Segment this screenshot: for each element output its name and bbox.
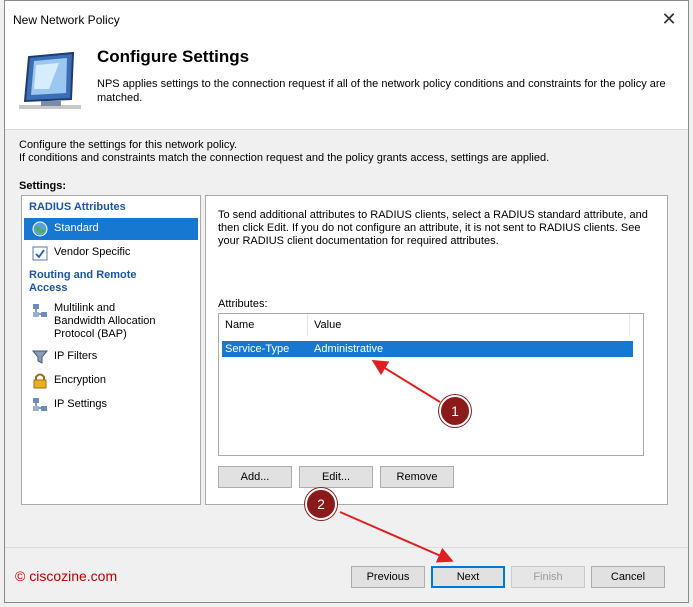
column-header-value[interactable]: Value	[308, 314, 630, 336]
settings-detail-panel: To send additional attributes to RADIUS …	[205, 195, 668, 505]
dialog-window: New Network Policy ✕ Configure Settings …	[4, 0, 689, 603]
next-button[interactable]: Next	[431, 566, 505, 588]
nav-item-label: Vendor Specific	[54, 246, 131, 258]
nav-item-ip-settings[interactable]: IP Settings	[24, 394, 198, 416]
nav-item-encryption[interactable]: Encryption	[24, 370, 198, 392]
window-title: New Network Policy	[13, 13, 120, 27]
close-icon[interactable]: ✕	[658, 8, 680, 30]
column-header-name[interactable]: Name	[219, 314, 308, 336]
group-radius-attributes: RADIUS Attributes	[29, 201, 126, 213]
filter-icon	[32, 350, 48, 364]
watermark: © ciscozine.com	[15, 568, 118, 584]
annotation-badge-2: 2	[305, 488, 337, 520]
page-description: NPS applies settings to the connection r…	[97, 78, 666, 104]
edit-button[interactable]: Edit...	[299, 466, 373, 488]
remove-button[interactable]: Remove	[380, 466, 454, 488]
cancel-button[interactable]: Cancel	[591, 566, 665, 588]
finish-button[interactable]: Finish	[511, 566, 585, 588]
table-row[interactable]: Service-Type Administrative	[222, 341, 633, 357]
lock-icon	[33, 373, 47, 389]
nav-item-ip-filters[interactable]: IP Filters	[24, 346, 198, 368]
network-icon	[33, 304, 47, 317]
add-button[interactable]: Add...	[218, 466, 292, 488]
nav-item-vendor-specific[interactable]: Vendor Specific	[24, 242, 198, 264]
intro-line-1: Configure the settings for this network …	[19, 139, 238, 151]
group-routing-remote-access: Routing and Remote Access	[29, 269, 137, 294]
previous-button[interactable]: Previous	[351, 566, 425, 588]
detail-description: To send additional attributes to RADIUS …	[218, 209, 648, 247]
intro-line-2: If conditions and constraints match the …	[19, 152, 550, 164]
monitor-icon	[19, 51, 81, 109]
attribute-name: Service-Type	[225, 343, 290, 355]
settings-label: Settings:	[19, 180, 67, 192]
nav-item-label: Multilink and Bandwidth Allocation Proto…	[54, 302, 156, 340]
attributes-label: Attributes:	[218, 298, 268, 310]
annotation-badge-1: 1	[439, 395, 471, 427]
nav-item-multilink-bap[interactable]: Multilink and Bandwidth Allocation Proto…	[24, 300, 198, 344]
settings-tree: RADIUS Attributes Standard Vendor Specif…	[21, 195, 201, 505]
checklist-icon	[32, 246, 48, 261]
globe-icon	[32, 221, 48, 237]
title-bar: New Network Policy ✕	[5, 1, 688, 37]
attribute-value: Administrative	[314, 343, 384, 355]
footer-separator	[5, 547, 688, 548]
nav-item-label: Encryption	[54, 374, 106, 386]
nav-item-label: IP Settings	[54, 398, 107, 410]
intro-text: Configure the settings for this network …	[19, 139, 549, 165]
wizard-header: Configure Settings NPS applies settings …	[5, 37, 688, 130]
nav-item-label: Standard	[54, 222, 99, 234]
nav-item-label: IP Filters	[54, 350, 98, 362]
nav-item-standard[interactable]: Standard	[24, 218, 198, 240]
attributes-list[interactable]: Name Value Service-Type Administrative	[218, 313, 644, 456]
page-title: Configure Settings	[97, 47, 250, 66]
network-icon	[33, 398, 47, 411]
